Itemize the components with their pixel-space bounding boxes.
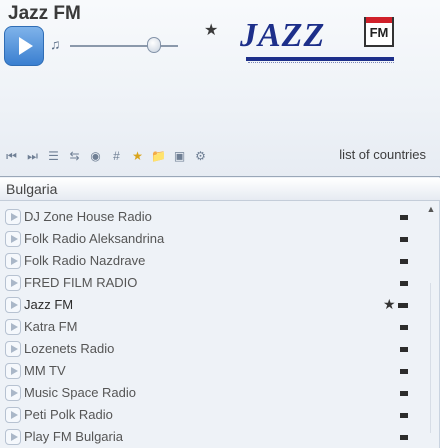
play-station-icon[interactable] [5, 385, 21, 401]
header-divider [0, 176, 440, 177]
play-button[interactable] [4, 26, 44, 66]
signal-indicator-icon [400, 281, 408, 286]
scroll-up-arrow[interactable]: ▲ [426, 204, 436, 216]
window-icon[interactable]: ▣ [172, 149, 187, 163]
station-logo-underline [246, 57, 394, 61]
play-triangle-icon [10, 257, 18, 265]
station-row[interactable]: Lozenets Radio [0, 338, 425, 360]
play-triangle-icon [10, 345, 18, 353]
play-triangle-icon [10, 433, 18, 441]
station-row[interactable]: Katra FM [0, 316, 425, 338]
toolbar: ⏮ ⏭ ☰ ⇆ ◉ # ★ 📁 ▣ ⚙ [4, 146, 208, 166]
station-name: FRED FILM RADIO [24, 275, 138, 290]
station-row[interactable]: Jazz FM ★ [0, 294, 425, 316]
signal-indicator-icon [400, 369, 408, 374]
station-row[interactable]: DJ Zone House Radio [0, 206, 425, 228]
volume-icon: ♫ [50, 36, 61, 52]
play-triangle-icon [10, 301, 18, 309]
station-logo: JAZZ FM [222, 13, 436, 77]
play-triangle-icon [10, 367, 18, 375]
signal-indicator-icon [400, 391, 408, 396]
play-station-icon[interactable] [5, 319, 21, 335]
signal-indicator-icon [400, 259, 408, 264]
play-station-icon[interactable] [5, 275, 21, 291]
play-icon [19, 37, 33, 55]
signal-indicator-icon [400, 325, 408, 330]
station-row[interactable]: Folk Radio Aleksandrina [0, 228, 425, 250]
station-name: Play FM Bulgaria [24, 429, 123, 444]
station-row[interactable]: Folk Radio Nazdrave [0, 250, 425, 272]
station-name: DJ Zone House Radio [24, 209, 152, 224]
station-row[interactable]: Play FM Bulgaria [0, 426, 425, 448]
play-station-icon[interactable] [5, 253, 21, 269]
volume-slider-track[interactable] [70, 45, 178, 47]
play-station-icon[interactable] [5, 231, 21, 247]
station-name: Music Space Radio [24, 385, 136, 400]
stations-icon[interactable]: ☰ [46, 149, 61, 163]
settings-icon[interactable]: ⚙ [193, 149, 208, 163]
play-station-icon[interactable] [5, 209, 21, 225]
signal-indicator-icon [400, 435, 408, 440]
shuffle-icon[interactable]: ⇆ [67, 149, 82, 163]
player-header: Jazz FM ♫ ★ JAZZ FM ⏮ ⏭ ☰ ⇆ ◉ # ★ 📁 ▣ ⚙ … [0, 0, 440, 176]
folder-icon[interactable]: 📁 [151, 149, 166, 163]
station-logo-tagline [248, 62, 394, 65]
play-triangle-icon [10, 323, 18, 331]
station-name: Folk Radio Nazdrave [24, 253, 146, 268]
country-selector[interactable]: Bulgaria [0, 178, 440, 201]
previous-icon[interactable]: ⏮ [4, 149, 19, 164]
play-triangle-icon [10, 279, 18, 287]
station-name: MM TV [24, 363, 66, 378]
station-logo-fm-badge: FM [364, 17, 394, 47]
play-triangle-icon [10, 389, 18, 397]
station-name: Lozenets Radio [24, 341, 115, 356]
station-name: Folk Radio Aleksandrina [24, 231, 165, 246]
play-station-icon[interactable] [5, 363, 21, 379]
scrollbar[interactable]: ▲ [424, 204, 438, 448]
station-row[interactable]: FRED FILM RADIO [0, 272, 425, 294]
play-station-icon[interactable] [5, 297, 21, 313]
star-icon[interactable]: ★ [204, 20, 218, 40]
play-station-icon[interactable] [5, 429, 21, 445]
station-logo-wordmark: JAZZ [240, 17, 326, 54]
signal-indicator-icon [400, 347, 408, 352]
play-triangle-icon [10, 235, 18, 243]
radio-app-window: Jazz FM ♫ ★ JAZZ FM ⏮ ⏭ ☰ ⇆ ◉ # ★ 📁 ▣ ⚙ … [0, 0, 440, 448]
signal-indicator-icon [400, 215, 408, 220]
scroll-track[interactable] [430, 283, 431, 433]
station-row[interactable]: Music Space Radio [0, 382, 425, 404]
list-of-countries-link[interactable]: list of countries [339, 147, 426, 162]
next-icon[interactable]: ⏭ [25, 149, 40, 164]
signal-indicator-icon [400, 413, 408, 418]
station-row[interactable]: MM TV [0, 360, 425, 382]
play-station-icon[interactable] [5, 341, 21, 357]
signal-indicator-icon [398, 303, 408, 308]
record-icon[interactable]: ◉ [88, 149, 103, 163]
star-icon[interactable]: ★ [130, 149, 145, 163]
station-list: DJ Zone House Radio Folk Radio Aleksandri… [0, 204, 425, 448]
hash-icon[interactable]: # [109, 149, 124, 163]
play-station-icon[interactable] [5, 407, 21, 423]
favorite-star-icon[interactable]: ★ [383, 296, 396, 313]
station-row[interactable]: Peti Polk Radio [0, 404, 425, 426]
app-title: Jazz FM [8, 3, 81, 24]
play-triangle-icon [10, 213, 18, 221]
volume-slider-knob[interactable] [147, 37, 162, 53]
station-name: Jazz FM [24, 297, 74, 312]
station-name: Katra FM [24, 319, 78, 334]
station-name: Peti Polk Radio [24, 407, 113, 422]
play-triangle-icon [10, 411, 18, 419]
signal-indicator-icon [400, 237, 408, 242]
